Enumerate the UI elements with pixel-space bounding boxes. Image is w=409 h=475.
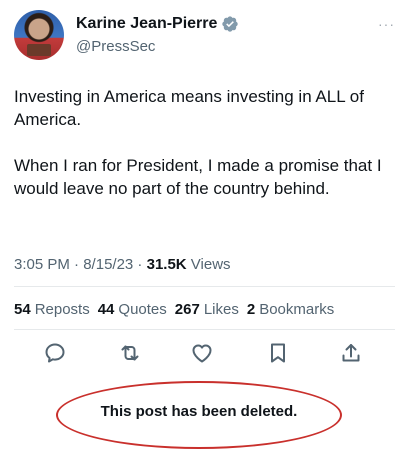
bookmark-button[interactable]: [266, 341, 290, 365]
author-handle[interactable]: @PressSec: [76, 38, 155, 55]
like-icon: [192, 344, 212, 363]
tweet-header: Karine Jean-Pierre @PressSec ···: [14, 10, 395, 60]
avatar[interactable]: [14, 10, 64, 60]
likes-stat[interactable]: 267 Likes: [175, 301, 239, 318]
bookmark-icon: [271, 343, 285, 363]
tweet-date[interactable]: 8/15/23: [83, 256, 133, 273]
reposts-stat[interactable]: 54 Reposts: [14, 301, 90, 318]
tweet-text: Investing in America means investing in …: [14, 85, 399, 200]
reposts-label: Reposts: [34, 301, 90, 318]
likes-count: 267: [174, 301, 200, 318]
quotes-count: 44: [97, 301, 115, 318]
share-icon: [342, 344, 360, 362]
deleted-notice: This post has been deleted.: [100, 403, 298, 420]
engagement-stats: 54 Reposts 44 Quotes 267 Likes 2 Bookmarks: [14, 301, 334, 318]
action-bar: [14, 341, 395, 365]
quotes-stat[interactable]: 44 Quotes: [98, 301, 167, 318]
tweet-paragraph-2: When I ran for President, I made a promi…: [14, 156, 382, 198]
meta-separator: ·: [133, 256, 147, 273]
bookmarks-count: 2: [246, 301, 256, 318]
verified-badge-icon: [222, 16, 239, 32]
likes-label: Likes: [203, 301, 239, 318]
views-label: Views: [186, 256, 231, 273]
avatar-podium: [27, 44, 51, 56]
bookmarks-label: Bookmarks: [259, 301, 335, 318]
repost-button[interactable]: [118, 341, 142, 365]
author-name[interactable]: Karine Jean-Pierre: [76, 15, 217, 33]
reply-icon: [45, 343, 65, 363]
share-button[interactable]: [339, 341, 363, 365]
tweet-paragraph-1: Investing in America means investing in …: [14, 87, 364, 129]
meta-separator: ·: [69, 256, 84, 273]
divider: [14, 329, 395, 330]
reply-button[interactable]: [43, 341, 67, 365]
like-button[interactable]: [190, 341, 214, 365]
author-name-row: Karine Jean-Pierre: [76, 15, 239, 33]
tweet-meta: 3:05 PM · 8/15/23 · 31.5K Views: [14, 256, 231, 273]
tweet-time[interactable]: 3:05 PM: [14, 256, 70, 273]
divider: [14, 286, 395, 287]
views-count: 31.5K: [146, 256, 187, 273]
more-options-icon[interactable]: ···: [378, 16, 395, 32]
reposts-count: 54: [14, 301, 31, 318]
repost-icon: [121, 345, 139, 361]
quotes-label: Quotes: [118, 301, 167, 318]
bookmarks-stat[interactable]: 2 Bookmarks: [247, 301, 334, 318]
